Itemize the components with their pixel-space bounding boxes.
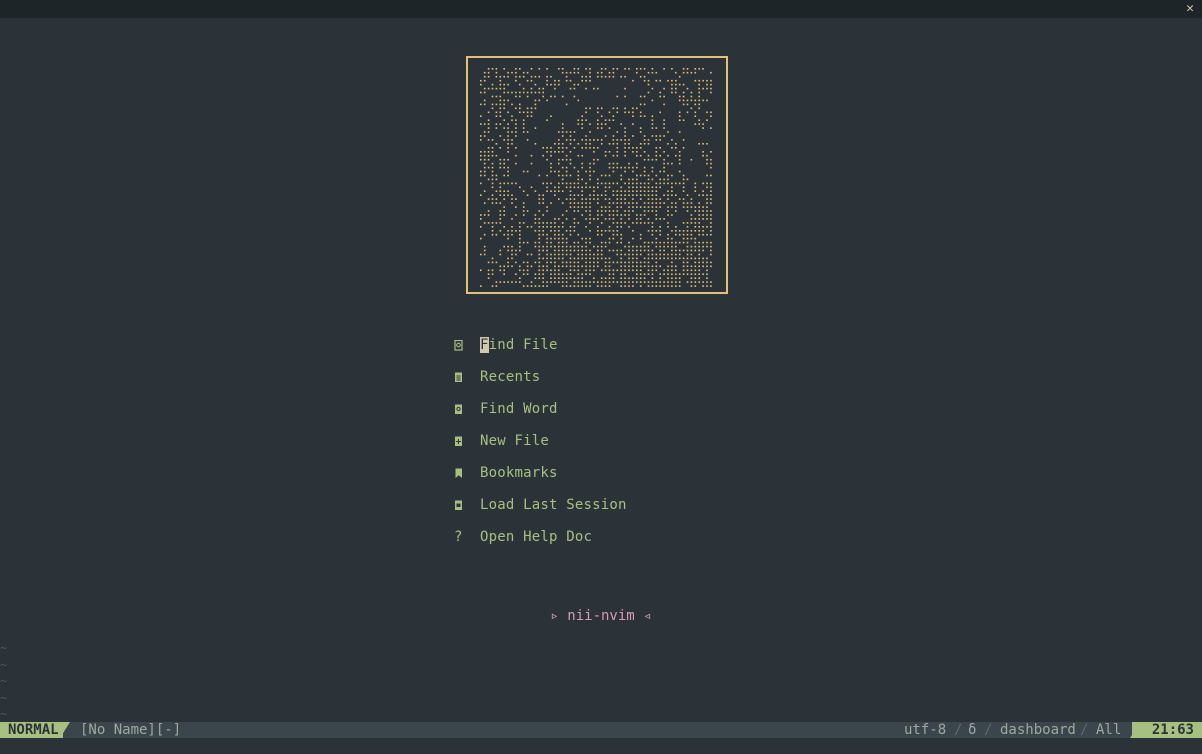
editor-area[interactable]: Find File Recents Find Word New File Boo… [0,18,1202,722]
menu-item-label: New File [480,433,550,449]
menu-item-label: Recents [480,369,541,385]
status-separator: / [954,722,963,738]
menu-item-load-last-session[interactable]: Load Last Session [454,495,627,515]
empty-line-markers: ~ ~ ~ ~ ~ [0,640,7,723]
mode-indicator: NORMAL [0,722,63,738]
empty-line-marker: ~ [0,674,8,689]
dashboard-header-art [466,56,728,294]
search-file-icon [454,335,480,355]
menu-item-label: Open Help Doc [480,529,593,545]
mode-separator [60,722,70,738]
file-encoding: utf-8 [904,722,947,738]
buffer-name: [No Name][-] [80,722,182,738]
menu-item-label: Find File [480,337,558,353]
ascii-art-image [480,68,712,287]
window-titlebar: ✕ [0,0,1202,18]
search-word-icon [454,399,480,419]
filetype: dashboard [1000,722,1076,738]
filetype-icon: δ [968,722,977,738]
bookmark-icon [454,463,480,483]
menu-item-recents[interactable]: Recents [454,367,540,387]
menu-item-find-file[interactable]: Find File [454,335,558,355]
new-file-icon [454,431,480,451]
empty-line-marker: ~ [0,641,8,655]
empty-line-marker: ~ [0,657,8,672]
empty-line-marker: ~ [0,690,8,705]
help-icon: ? [454,529,463,545]
status-line: NORMAL [No Name][-] utf-8 / δ / dashboar… [0,722,1202,738]
status-separator: / [984,722,993,738]
menu-item-label: Load Last Session [480,497,627,513]
dashboard-footer: ▹ nii-nvim ◃ [550,608,652,624]
session-icon [454,495,480,515]
menu-item-new-file[interactable]: New File [454,431,549,451]
close-icon[interactable]: ✕ [1186,1,1194,17]
menu-item-label: Find Word [480,401,558,417]
empty-line-marker: ~ [0,707,8,722]
menu-item-bookmarks[interactable]: Bookmarks [454,463,558,483]
file-icon [454,367,480,387]
scroll-percent: All [1096,722,1122,738]
menu-item-find-word[interactable]: Find Word [454,399,558,419]
menu-item-label: Bookmarks [480,465,558,481]
command-line[interactable] [0,738,1202,754]
status-separator: / [1080,722,1089,738]
text-cursor: F [480,337,489,353]
cursor-position: 21:63 [1131,722,1202,738]
menu-item-open-help-doc[interactable]: ? Open Help Doc [454,527,592,547]
